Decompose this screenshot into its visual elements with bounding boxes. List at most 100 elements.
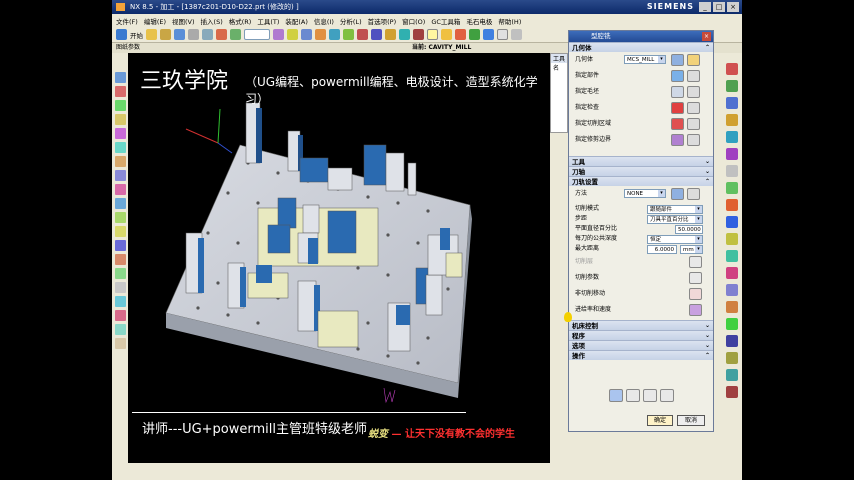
filter-combo[interactable] [244, 29, 270, 40]
depth-combo[interactable]: 恒定 ▾ [647, 235, 703, 244]
geometry-icon[interactable] [455, 29, 466, 40]
pan-icon[interactable] [399, 29, 410, 40]
system-icon[interactable] [114, 184, 126, 195]
menu-format[interactable]: 格式(R) [229, 16, 252, 26]
generate-icon[interactable] [483, 29, 494, 40]
display-trim-icon[interactable] [687, 134, 700, 146]
stepover-combo[interactable]: 刀具平直百分比 ▾ [647, 215, 703, 224]
menu-edit[interactable]: 编辑(E) [144, 16, 166, 26]
menu-preferences[interactable]: 首选项(P) [368, 16, 397, 26]
palette-h-icon[interactable] [726, 182, 738, 194]
constraint-icon[interactable] [114, 114, 126, 125]
menu-window[interactable]: 窗口(O) [402, 16, 425, 26]
palette-l-icon[interactable] [726, 250, 738, 262]
palette-m-icon[interactable] [726, 267, 738, 279]
palette-b-icon[interactable] [726, 80, 738, 92]
palette-t-icon[interactable] [726, 386, 738, 398]
navigator-icon[interactable] [114, 72, 126, 83]
rotate-icon[interactable] [413, 29, 424, 40]
palette-c-icon[interactable] [726, 97, 738, 109]
select-check-icon[interactable] [671, 102, 684, 114]
palette-r-icon[interactable] [726, 352, 738, 364]
shaded-icon[interactable] [329, 29, 340, 40]
max-distance-input[interactable]: 6.0000 [647, 245, 677, 254]
cut-icon[interactable] [188, 29, 199, 40]
feeds-speeds-icon[interactable] [689, 304, 702, 316]
machine-icon[interactable] [114, 212, 126, 223]
reuse-icon[interactable] [114, 142, 126, 153]
menu-info[interactable]: 信息(I) [314, 16, 334, 26]
history-icon[interactable] [114, 128, 126, 139]
select-part-icon[interactable] [671, 70, 684, 82]
cut-params-icon[interactable] [689, 272, 702, 284]
render-icon[interactable] [315, 29, 326, 40]
display-cut-area-icon[interactable] [687, 118, 700, 130]
palette-j-icon[interactable] [726, 216, 738, 228]
palette-q-icon[interactable] [726, 335, 738, 347]
generate-path-icon[interactable] [609, 389, 623, 402]
part-icon[interactable] [114, 86, 126, 97]
new-icon[interactable] [146, 29, 157, 40]
palette-p-icon[interactable] [726, 318, 738, 330]
palette-s-icon[interactable] [726, 369, 738, 381]
palette-i-icon[interactable] [726, 199, 738, 211]
menu-file[interactable]: 文件(F) [116, 16, 138, 26]
ok-button[interactable]: 确定 [647, 415, 673, 426]
new-method-icon[interactable] [671, 188, 684, 200]
menu-analysis[interactable]: 分析(L) [340, 16, 362, 26]
render-nav-icon[interactable] [114, 310, 126, 321]
operation-icon[interactable] [114, 226, 126, 237]
section-tool[interactable]: 工具 ⌄ [569, 156, 713, 166]
geom-nav-icon[interactable] [114, 268, 126, 279]
select-icon[interactable] [287, 29, 298, 40]
palette-e-icon[interactable] [726, 131, 738, 143]
maximize-button[interactable]: □ [713, 2, 725, 12]
section-path-settings[interactable]: 刀轨设置 ⌃ [569, 176, 713, 186]
save-icon[interactable] [174, 29, 185, 40]
replay-path-icon[interactable] [626, 389, 640, 402]
geometry-combo[interactable]: MCS_MILL ▾ [624, 55, 666, 64]
palette-k-icon[interactable] [726, 233, 738, 245]
graphics-viewport[interactable]: 三玖学院 （UG编程、powermill编程、电极设计、造型系统化学习） 讲师-… [128, 53, 550, 463]
menu-electrode[interactable]: 毛石电极 [466, 16, 492, 26]
palette-g-icon[interactable] [726, 165, 738, 177]
method-icon[interactable] [469, 29, 480, 40]
cancel-button[interactable]: 取消 [677, 415, 705, 426]
percent-input[interactable]: 50.0000 [675, 225, 703, 234]
dialog-close-button[interactable]: × [702, 32, 711, 41]
unit-combo[interactable]: mm ▾ [680, 245, 703, 254]
operation-navigator[interactable]: 工具 名 [550, 53, 568, 133]
program-nav-icon[interactable] [114, 282, 126, 293]
menu-insert[interactable]: 插入(S) [201, 16, 223, 26]
roles-icon[interactable] [114, 170, 126, 181]
snap-icon[interactable] [273, 29, 284, 40]
postprocess-icon[interactable] [511, 29, 522, 40]
menu-assembly[interactable]: 装配(A) [285, 16, 308, 26]
minimize-button[interactable]: _ [699, 2, 711, 12]
verify-path-icon[interactable] [643, 389, 657, 402]
tool-nav-icon[interactable] [114, 240, 126, 251]
palette-f-icon[interactable] [726, 148, 738, 160]
section-options[interactable]: 选项 ⌄ [569, 340, 713, 350]
menu-help[interactable]: 帮助(H) [498, 16, 521, 26]
layer-nav-icon[interactable] [114, 324, 126, 335]
layer-icon[interactable] [343, 29, 354, 40]
cut-levels-icon[interactable] [689, 256, 702, 268]
palette-d-icon[interactable] [726, 114, 738, 126]
web-icon[interactable] [114, 156, 126, 167]
method-combo[interactable]: NONE ▾ [624, 189, 666, 198]
menu-gc-toolbox[interactable]: GC工具箱 [431, 16, 460, 26]
section-axis[interactable]: 刀轴 ⌄ [569, 166, 713, 176]
non-cut-icon[interactable] [689, 288, 702, 300]
section-program[interactable]: 程序 ⌄ [569, 330, 713, 340]
open-icon[interactable] [160, 29, 171, 40]
list-path-icon[interactable] [660, 389, 674, 402]
method-nav-icon[interactable] [114, 254, 126, 265]
palette-n-icon[interactable] [726, 284, 738, 296]
fit-icon[interactable] [385, 29, 396, 40]
tool-icon[interactable] [441, 29, 452, 40]
section-actions[interactable]: 操作 ⌃ [569, 350, 713, 360]
verify-icon[interactable] [497, 29, 508, 40]
misc-icon[interactable] [114, 338, 126, 349]
menu-view[interactable]: 视图(V) [172, 16, 195, 26]
